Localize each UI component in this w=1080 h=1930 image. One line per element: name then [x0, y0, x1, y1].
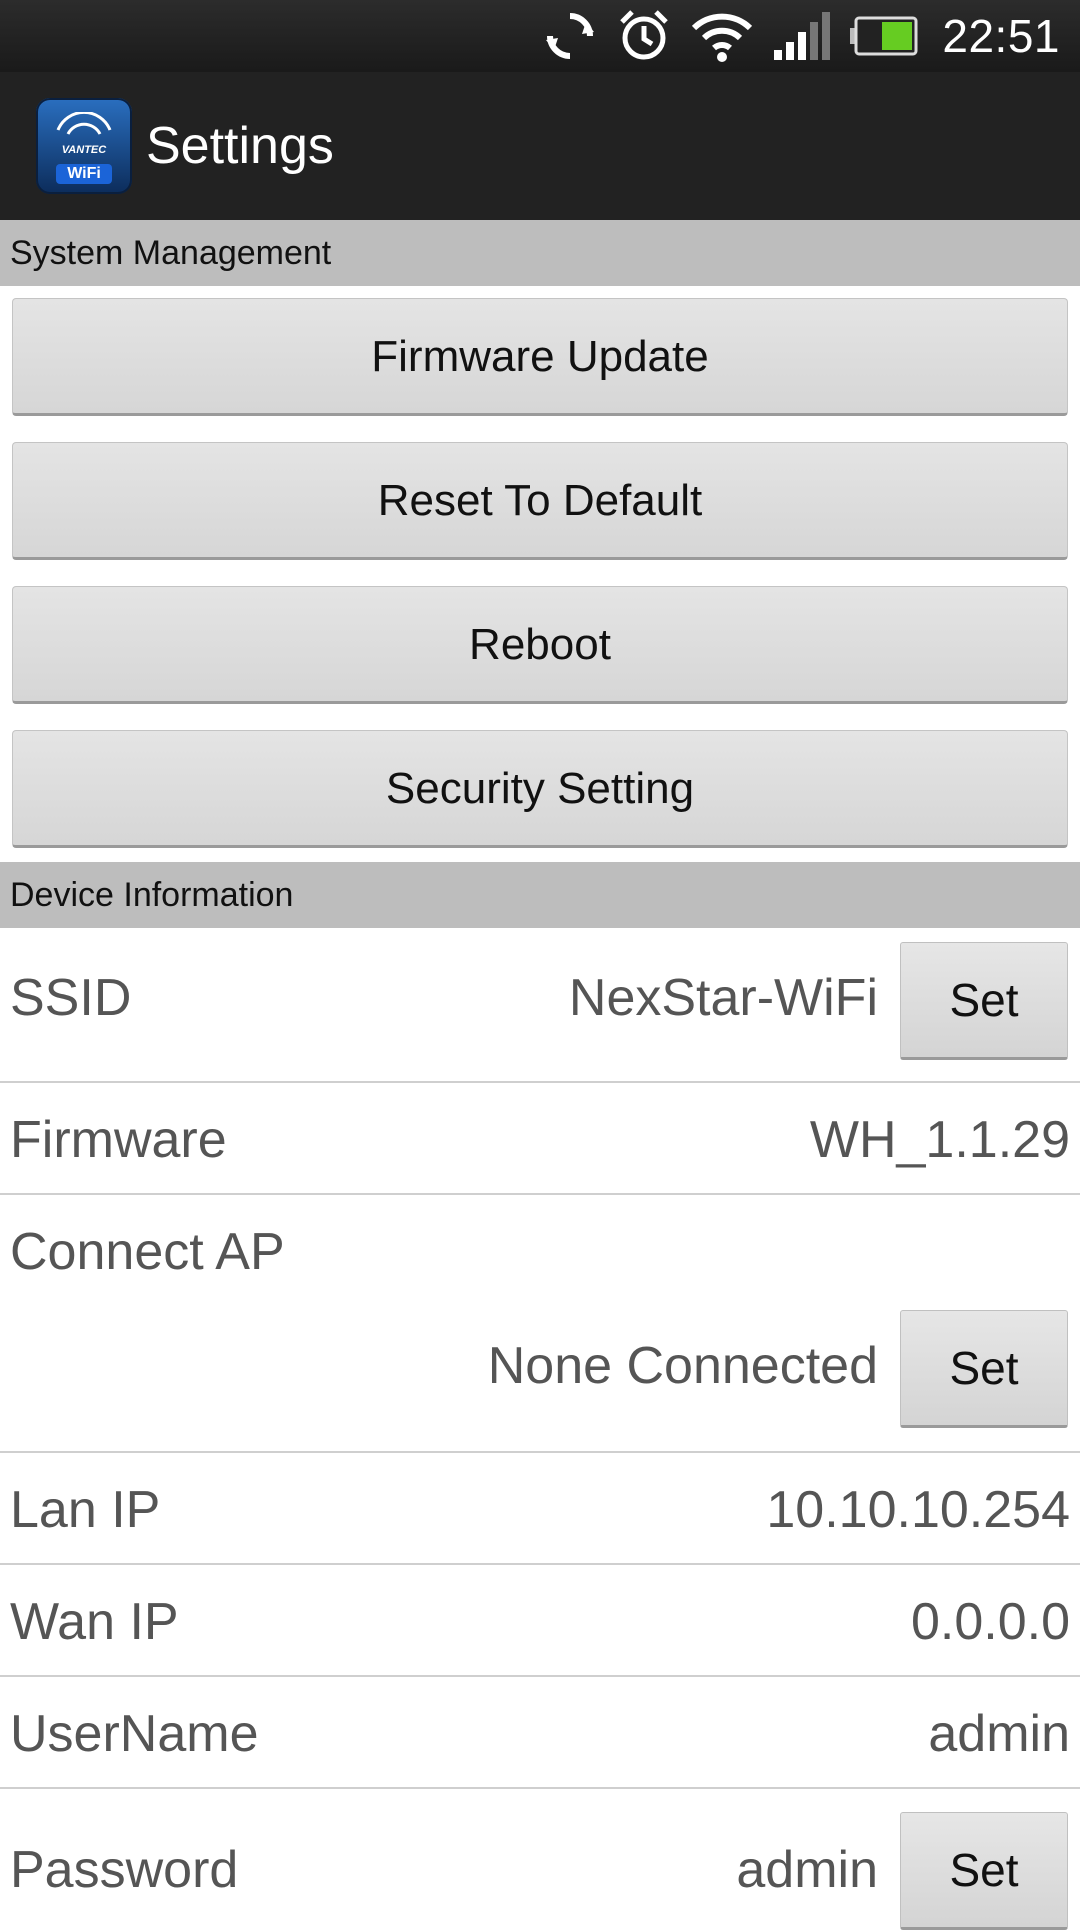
connect-ap-label: Connect AP [10, 1223, 285, 1281]
username-value: admin [928, 1705, 1070, 1763]
divider [0, 1081, 1080, 1083]
divider [0, 1787, 1080, 1789]
firmware-value: WH_1.1.29 [809, 1111, 1070, 1169]
section-header-system-management: System Management [0, 220, 1080, 286]
security-setting-button[interactable]: Security Setting [12, 730, 1068, 848]
action-bar: VANTEC WiFi Settings [0, 72, 1080, 222]
logo-brand: VANTEC [61, 144, 107, 156]
logo-badge: WiFi [56, 164, 112, 184]
wan-ip-label: Wan IP [10, 1593, 179, 1651]
section-header-device-information: Device Information [0, 862, 1080, 928]
divider [0, 1451, 1080, 1453]
lan-ip-label: Lan IP [10, 1481, 161, 1539]
username-label: UserName [10, 1705, 259, 1763]
alarm-icon [616, 8, 672, 64]
firmware-update-button[interactable]: Firmware Update [12, 298, 1068, 416]
reboot-button[interactable]: Reboot [12, 586, 1068, 704]
status-bar: 22:51 [0, 0, 1080, 72]
wan-ip-value: 0.0.0.0 [910, 1593, 1070, 1651]
divider [0, 1193, 1080, 1195]
ssid-label: SSID [10, 969, 132, 1027]
password-label: Password [10, 1841, 239, 1899]
ssid-set-button[interactable]: Set [900, 942, 1068, 1060]
firmware-label: Firmware [10, 1111, 227, 1169]
password-set-button[interactable]: Set [900, 1812, 1068, 1930]
battery-icon [848, 16, 918, 56]
connect-ap-set-button[interactable]: Set [900, 1310, 1068, 1428]
password-value: admin [736, 1841, 878, 1899]
wifi-icon [690, 8, 754, 64]
clock: 22:51 [942, 10, 1060, 62]
connect-ap-value: None Connected [487, 1337, 878, 1395]
ssid-value: NexStar-WiFi [568, 969, 878, 1027]
divider [0, 1563, 1080, 1565]
divider [0, 1675, 1080, 1677]
sync-icon [542, 8, 598, 64]
signal-icon [772, 8, 831, 64]
lan-ip-value: 10.10.10.254 [766, 1481, 1070, 1539]
page-title: Settings [146, 117, 334, 175]
app-logo: VANTEC WiFi [36, 98, 132, 194]
reset-to-default-button[interactable]: Reset To Default [12, 442, 1068, 560]
